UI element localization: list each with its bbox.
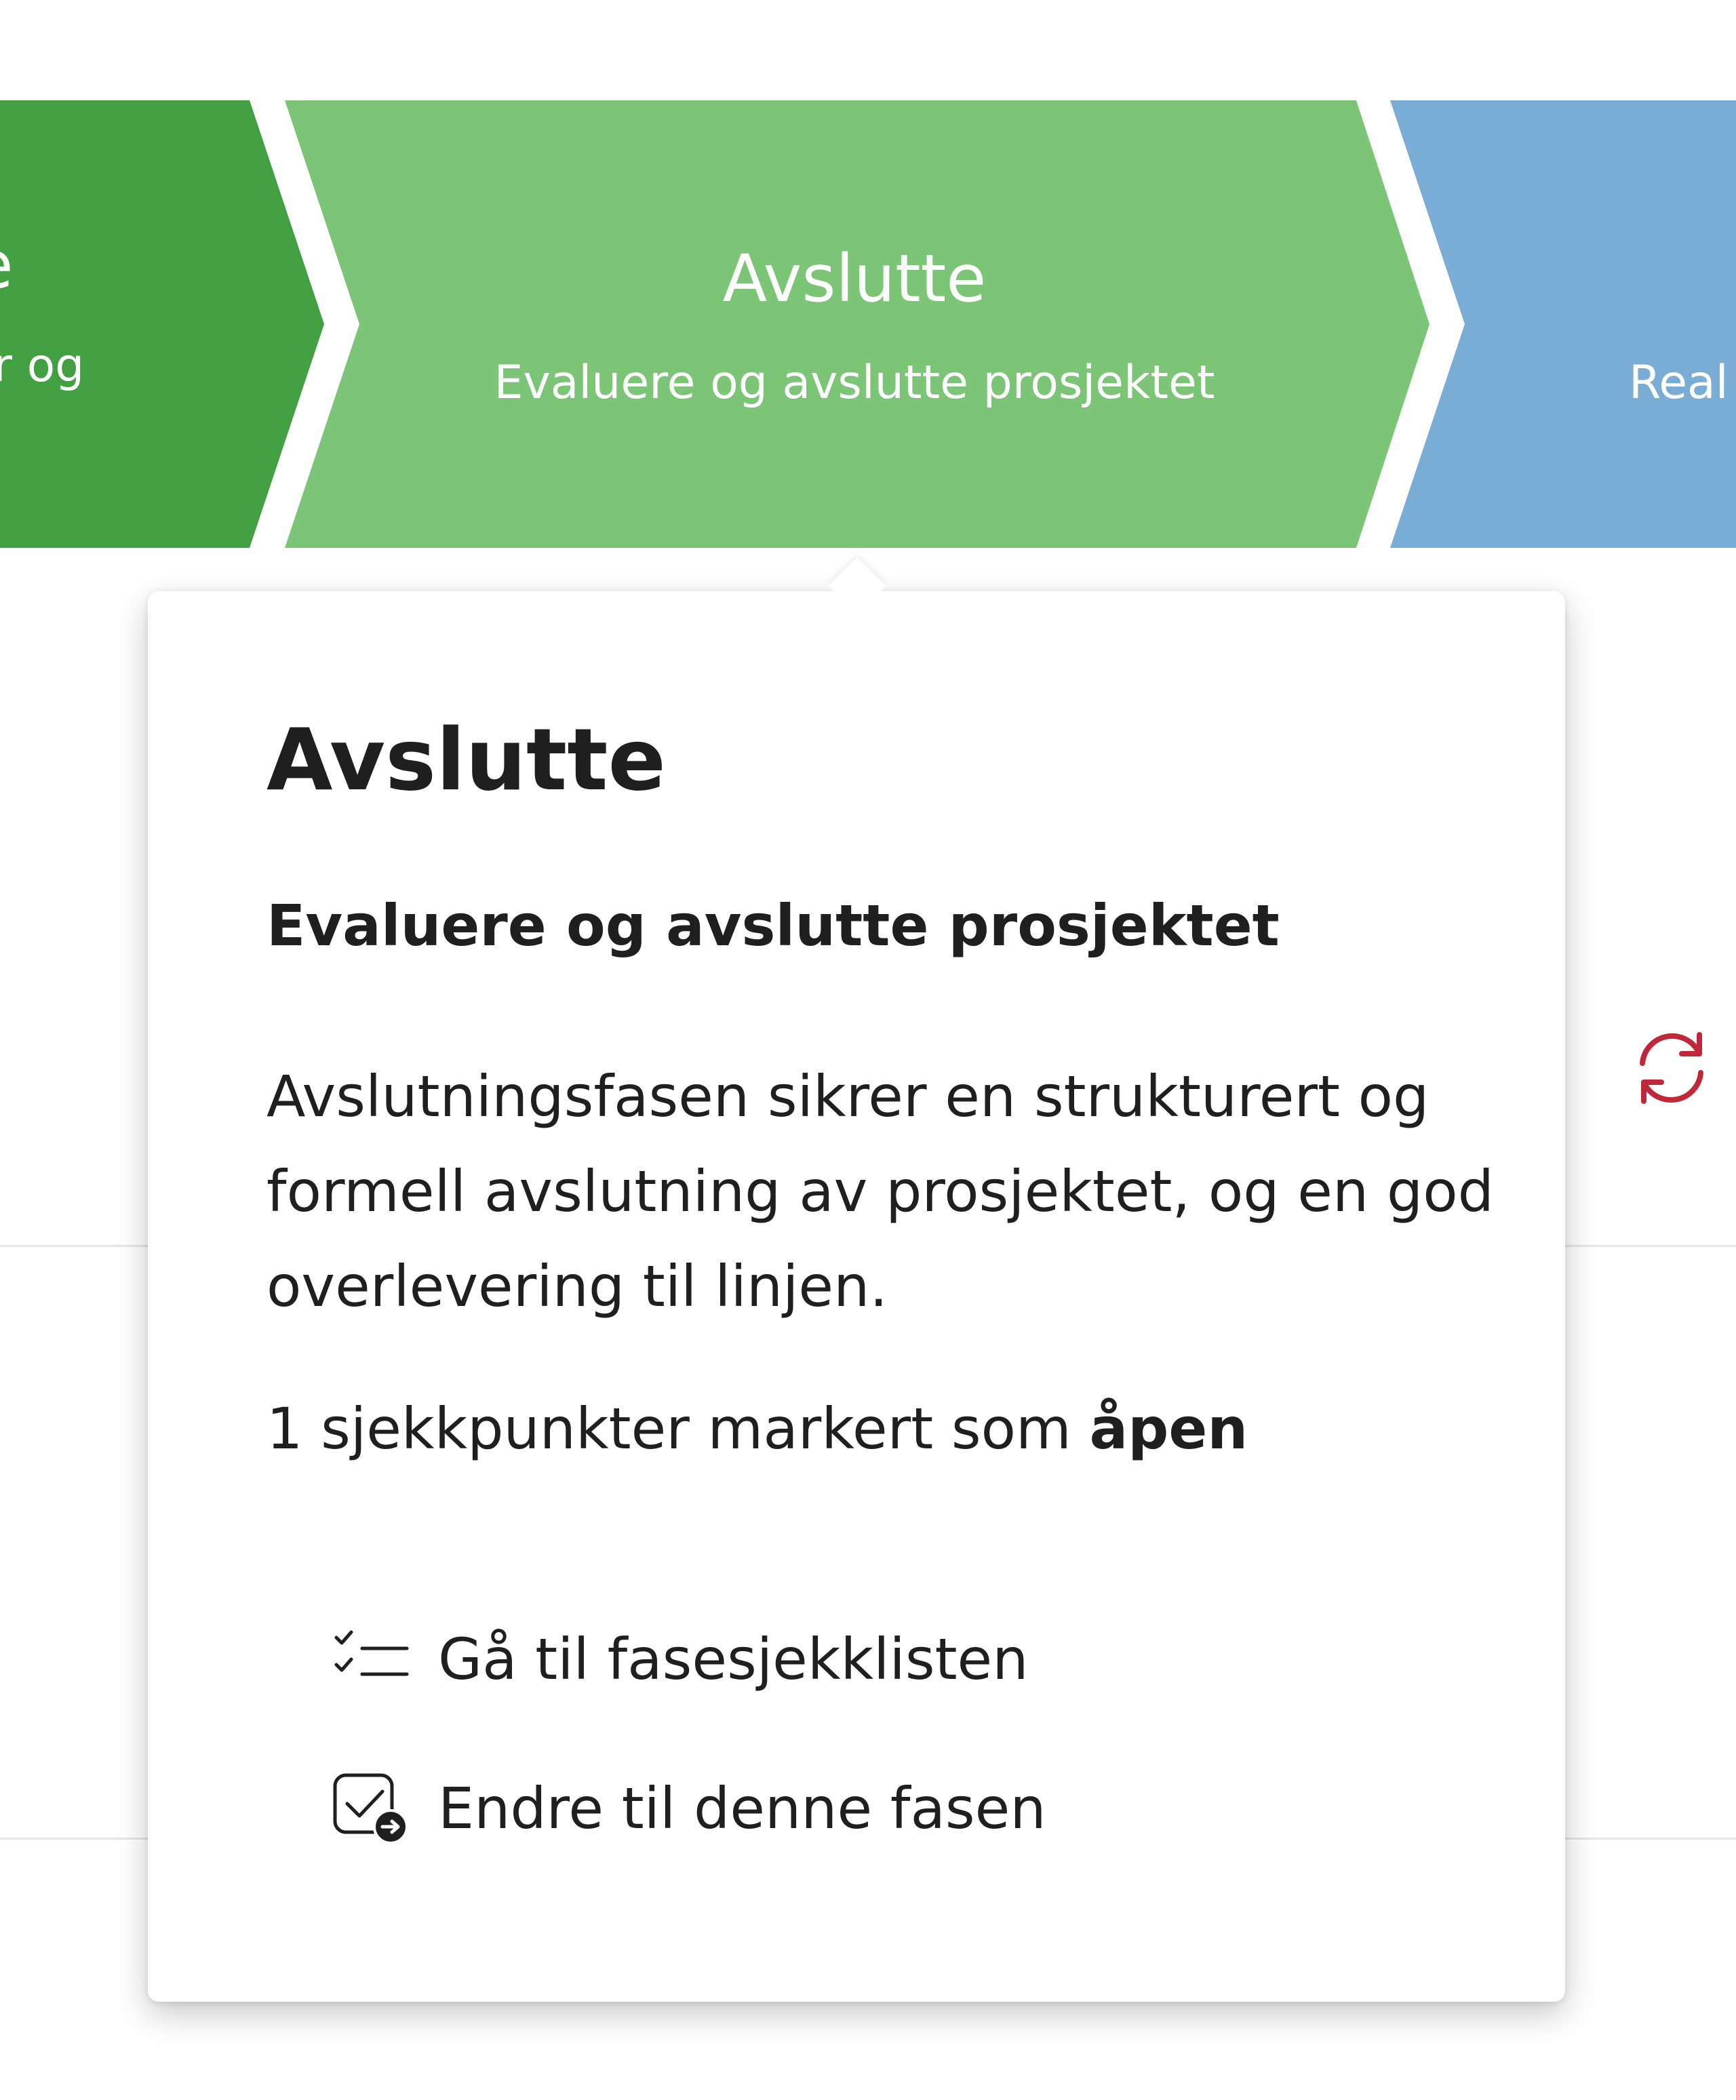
- checkpoints-status-value: åpen: [1089, 1395, 1248, 1463]
- go-to-checklist-label: Gå til fasesjekklisten: [438, 1626, 1029, 1692]
- phase-bar: e r og Avslutte Evaluere og avslutte pro…: [0, 0, 1736, 583]
- change-phase-icon: [331, 1771, 419, 1846]
- checkpoints-text: 1 sjekkpunkter markert som: [267, 1395, 1071, 1463]
- page-divider: [1565, 1245, 1736, 1247]
- page-divider: [0, 1838, 148, 1840]
- phase-next-subtitle: Real: [1629, 356, 1729, 410]
- phase-chevron-avslutte[interactable]: [285, 100, 1429, 548]
- phase-chevron-previous[interactable]: [0, 100, 324, 548]
- phase-subtitle: Evaluere og avslutte prosjektet: [494, 356, 1215, 410]
- callout-title: Avslutte: [267, 710, 666, 810]
- checkpoints-status: 1 sjekkpunkter markert som åpen: [267, 1395, 1501, 1463]
- go-to-checklist-button[interactable]: Gå til fasesjekklisten: [331, 1622, 1028, 1697]
- checklist-icon: [331, 1622, 419, 1697]
- refresh-icon[interactable]: [1628, 1024, 1716, 1112]
- callout-description: Avslutningsfasen sikrer en strukturert o…: [267, 1063, 1494, 1320]
- phase-callout: Avslutte Evaluere og avslutte prosjektet…: [148, 591, 1565, 2002]
- page-divider: [0, 1245, 148, 1247]
- phase-title: Avslutte: [722, 241, 987, 317]
- callout-content: Avslutte Evaluere og avslutte prosjektet…: [267, 713, 1501, 1463]
- phase-previous-title: e: [0, 227, 14, 303]
- page-divider: [1565, 1838, 1736, 1840]
- phase-previous-subtitle: r og: [0, 339, 85, 393]
- change-phase-button[interactable]: Endre til denne fasen: [331, 1771, 1046, 1846]
- callout-subtitle: Evaluere og avslutte prosjektet: [267, 892, 1280, 959]
- phase-chevron-next[interactable]: [1390, 100, 1736, 548]
- change-phase-label: Endre til denne fasen: [438, 1775, 1046, 1842]
